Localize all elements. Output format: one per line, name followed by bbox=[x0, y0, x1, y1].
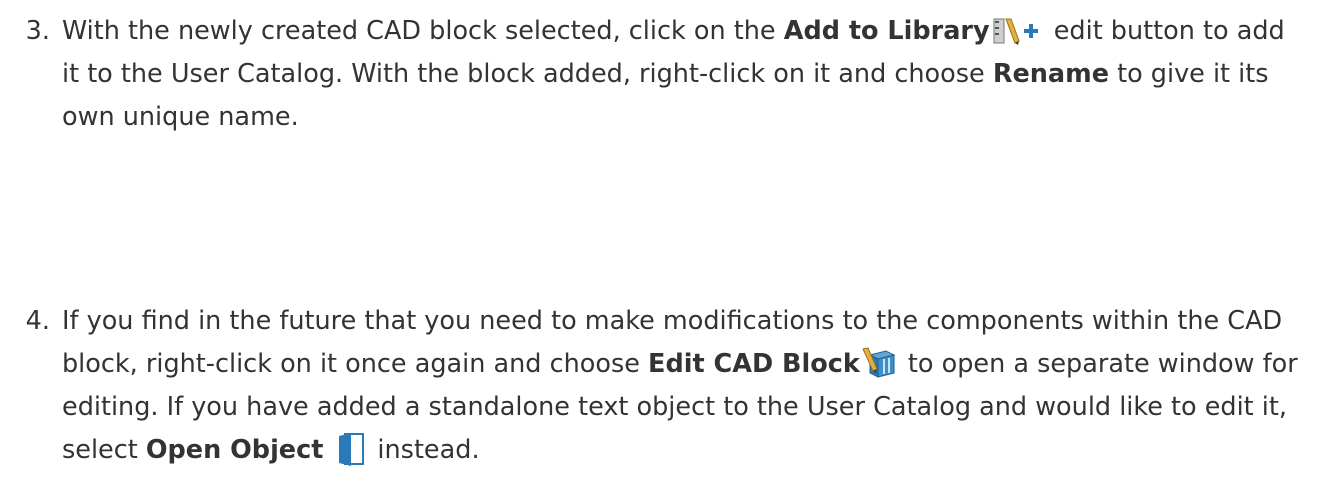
add-to-library-label: Add to Library bbox=[783, 16, 990, 46]
add-to-library-icon bbox=[992, 16, 1042, 45]
rename-label: Rename bbox=[992, 59, 1109, 89]
instruction-step-3: 3. With the newly created CAD block sele… bbox=[8, 10, 1308, 139]
edit-cad-block-label: Edit CAD Block bbox=[648, 349, 860, 379]
edit-cad-block-icon bbox=[862, 347, 896, 379]
step-text-part: instead. bbox=[377, 435, 480, 465]
instruction-step-4: 4. If you find in the future that you ne… bbox=[8, 300, 1308, 472]
step-text: With the newly created CAD block selecte… bbox=[62, 10, 1308, 139]
step-number: 4. bbox=[25, 306, 50, 336]
open-object-label: Open Object bbox=[145, 435, 324, 465]
step-text: If you find in the future that you need … bbox=[62, 300, 1308, 472]
step-text-part: With the newly created CAD block selecte… bbox=[62, 16, 784, 46]
open-object-icon bbox=[337, 432, 365, 466]
step-number: 3. bbox=[25, 16, 50, 46]
